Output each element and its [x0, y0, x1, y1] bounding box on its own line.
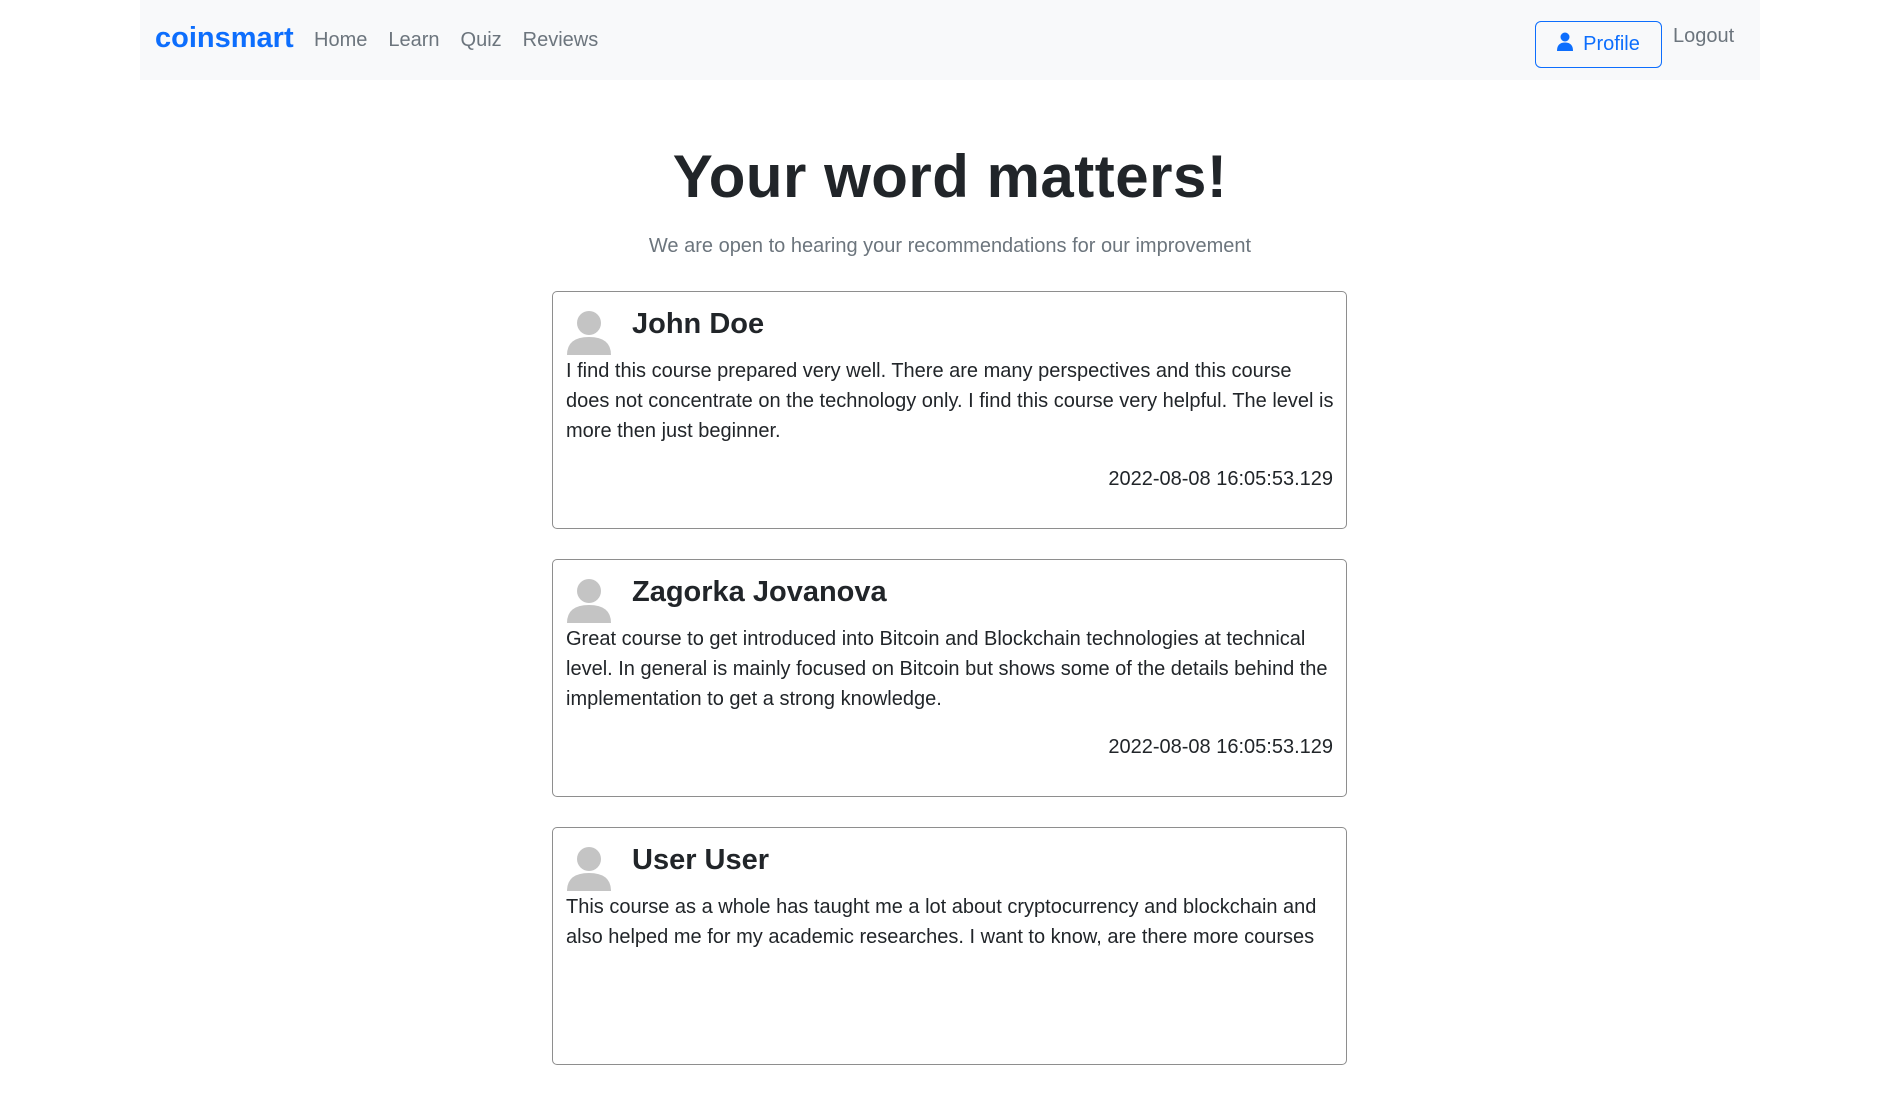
user-icon: [1557, 32, 1574, 57]
nav-link-learn[interactable]: Learn: [388, 29, 439, 52]
logout-link[interactable]: Logout: [1673, 25, 1734, 48]
avatar-placeholder-icon: [567, 847, 611, 891]
avatar-placeholder-icon: [567, 311, 611, 355]
profile-button-label: Profile: [1583, 33, 1640, 55]
reviews-list: John Doe I find this course prepared ver…: [552, 291, 1347, 1095]
nav-link-reviews[interactable]: Reviews: [523, 29, 599, 52]
nav-link-home[interactable]: Home: [314, 29, 367, 52]
nav-links: Home Learn Quiz Reviews: [314, 29, 619, 52]
brand-logo[interactable]: coinsmart: [155, 22, 294, 55]
review-text: Great course to get introduced into Bitc…: [566, 628, 1328, 710]
review-card: User User This course as a whole has tau…: [552, 827, 1347, 1065]
page-title: Your word matters!: [672, 143, 1228, 210]
reviewer-name: John Doe: [632, 308, 765, 340]
review-date: 2022-08-08 16:05:53.129: [1108, 468, 1333, 490]
review-date: 2022-08-08 16:05:53.129: [1108, 736, 1333, 758]
review-text: This course as a whole has taught me a l…: [566, 896, 1317, 948]
review-card: John Doe I find this course prepared ver…: [552, 291, 1347, 529]
avatar-placeholder-icon: [567, 579, 611, 623]
review-card: Zagorka Jovanova Great course to get int…: [552, 559, 1347, 797]
review-text: I find this course prepared very well. T…: [566, 360, 1334, 442]
reviewer-name: Zagorka Jovanova: [632, 576, 887, 608]
profile-button[interactable]: Profile: [1535, 21, 1662, 68]
reviewer-name: User User: [632, 844, 770, 876]
navbar: coinsmart Home Learn Quiz Reviews Profil…: [140, 0, 1760, 80]
page-subtitle: We are open to hearing your recommendati…: [648, 235, 1252, 257]
nav-link-quiz[interactable]: Quiz: [461, 29, 502, 52]
